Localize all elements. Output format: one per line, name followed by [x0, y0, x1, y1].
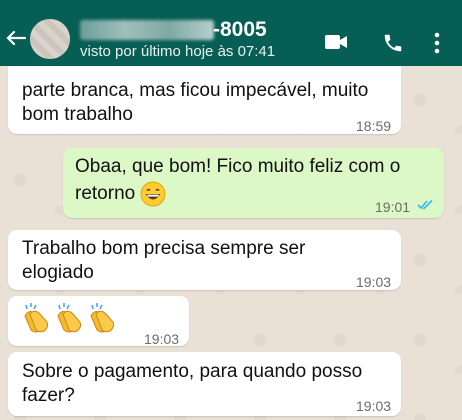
- message-text: Trabalho bom precisa sempre ser: [22, 238, 306, 259]
- last-seen-status: visto por último hoje às 07:41: [80, 43, 276, 60]
- message-bubble-incoming[interactable]: parte branca, mas ficou impecável, muito…: [8, 66, 401, 134]
- clapping-hands-icon: [24, 303, 49, 333]
- message-time: 19:01: [375, 199, 411, 215]
- message-text: bom trabalho: [22, 104, 133, 125]
- more-vertical-icon[interactable]: [433, 31, 441, 55]
- message-list[interactable]: parte branca, mas ficou impecável, muito…: [0, 66, 462, 420]
- message-bubble-incoming[interactable]: Sobre o pagamento, para quando posso faz…: [8, 352, 401, 416]
- back-arrow-icon[interactable]: [6, 30, 26, 46]
- clapping-hands-icon: [57, 303, 82, 333]
- message-time: 18:59: [356, 118, 392, 134]
- message-text: Sobre o pagamento, para quando posso: [22, 361, 363, 382]
- message-bubble-outgoing[interactable]: Obaa, que bom! Fico muito feliz com o re…: [63, 148, 444, 218]
- message-text: Obaa, que bom! Fico muito feliz com o: [75, 156, 401, 177]
- contact-name[interactable]: -8005: [213, 18, 267, 42]
- message-text: retorno: [75, 183, 136, 205]
- video-call-icon[interactable]: [324, 33, 348, 51]
- chat-header: -8005 visto por último hoje às 07:41: [0, 0, 462, 66]
- phone-icon[interactable]: [382, 32, 404, 54]
- message-time: 19:03: [144, 331, 180, 347]
- read-receipt-icon: [417, 199, 433, 210]
- grinning-face-icon: [140, 181, 166, 207]
- message-bubble-incoming[interactable]: Trabalho bom precisa sempre ser elogiado…: [8, 230, 401, 290]
- emoji-row: [20, 302, 119, 334]
- message-text: fazer?: [22, 385, 75, 406]
- message-text: elogiado: [22, 262, 94, 283]
- clapping-hands-icon: [90, 303, 115, 333]
- contact-avatar[interactable]: [30, 19, 70, 59]
- message-time: 19:03: [356, 274, 392, 290]
- message-time: 19:03: [356, 398, 392, 414]
- message-bubble-incoming[interactable]: 19:03: [8, 296, 189, 347]
- message-text: parte branca, mas ficou impecável, muito: [22, 80, 369, 101]
- contact-name-redacted: [80, 20, 214, 40]
